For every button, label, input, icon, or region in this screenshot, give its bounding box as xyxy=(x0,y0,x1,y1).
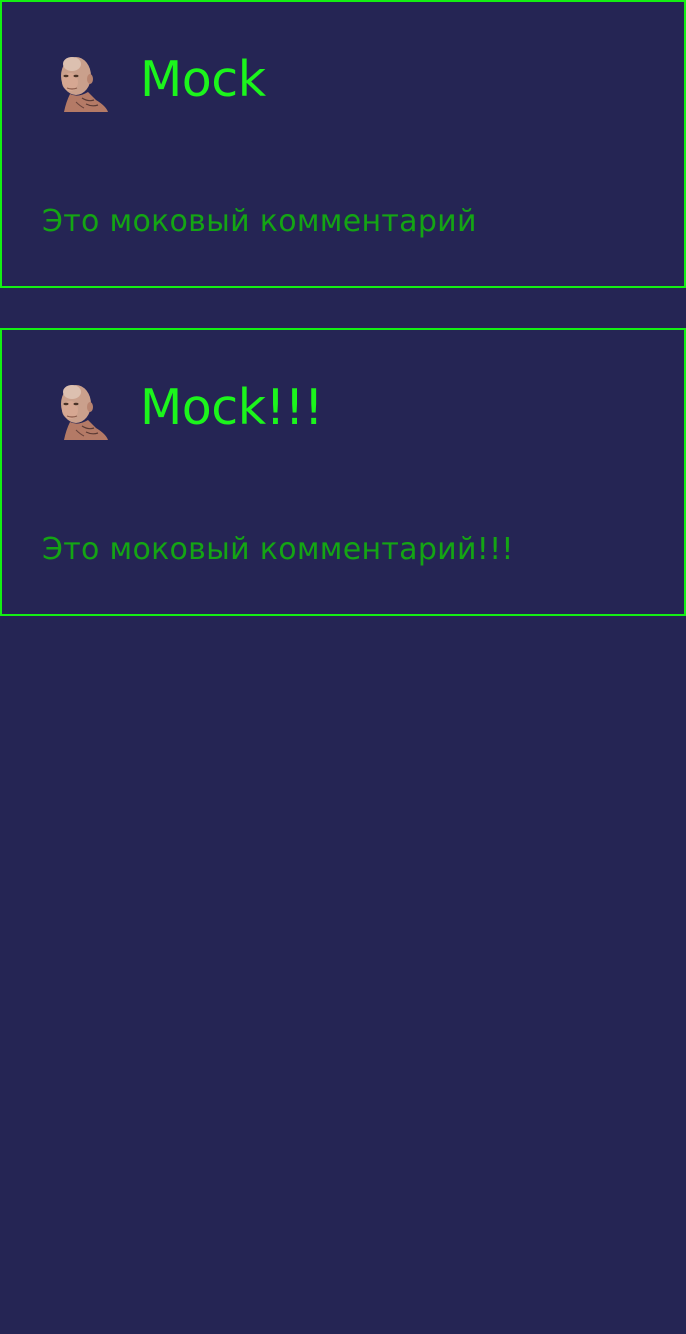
comment-card: Mock Это моковый комментарий xyxy=(0,0,686,288)
comment-text: Это моковый комментарий xyxy=(42,204,477,239)
comment-text: Это моковый комментарий!!! xyxy=(42,532,514,567)
comments-feed: Mock Это моковый комментарий Mock!!! Это… xyxy=(0,0,686,1334)
comment-author: Mock xyxy=(140,51,266,108)
avatar[interactable] xyxy=(48,380,108,440)
comment-card: Mock!!! Это моковый комментарий!!! xyxy=(0,328,686,616)
comment-author: Mock!!! xyxy=(140,379,324,436)
avatar[interactable] xyxy=(48,52,108,112)
